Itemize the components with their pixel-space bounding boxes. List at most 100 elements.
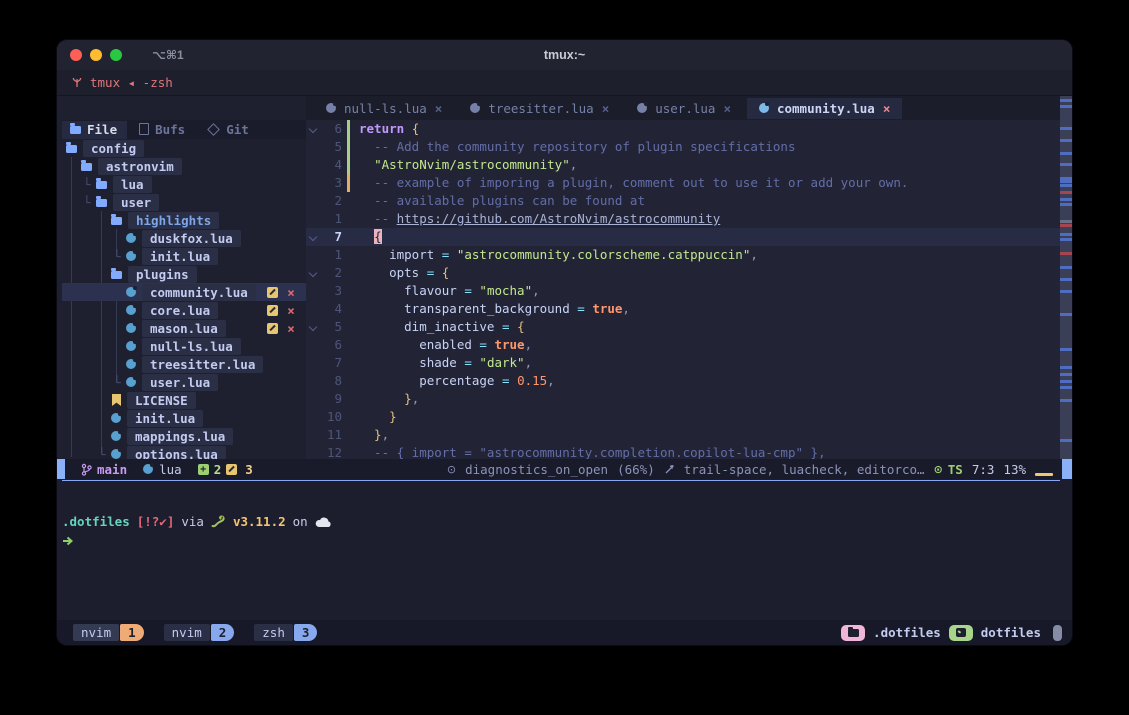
document-icon <box>139 123 149 135</box>
scrollbar-mark <box>1060 233 1072 236</box>
tree-item[interactable]: └user <box>62 193 306 211</box>
code-text: } <box>352 408 397 426</box>
code-line[interactable]: 2 -- available plugins can be found at <box>306 192 1060 210</box>
tree-item[interactable]: highlights <box>62 211 306 229</box>
code-line[interactable]: 1 -- https://github.com/AstroNvim/astroc… <box>306 210 1060 228</box>
filetype-segment: lua <box>143 462 182 477</box>
code-line[interactable]: 7 shade = "dark", <box>306 354 1060 372</box>
close-window-button[interactable] <box>70 49 82 61</box>
tree-item[interactable]: astronvim <box>62 157 306 175</box>
tree-item[interactable]: core.lua× <box>62 301 306 319</box>
tree-item-label: mason.lua <box>142 320 226 337</box>
tmux-window-list: nvim1 nvim2 zsh3 <box>67 624 317 641</box>
scroll-percentage: 13% <box>1003 462 1026 477</box>
zoom-window-button[interactable] <box>110 49 122 61</box>
scrollbar-mark <box>1060 177 1072 180</box>
treesitter-label: TS <box>948 462 963 477</box>
code-line[interactable]: 5 dim_inactive = { <box>306 318 1060 336</box>
fold-chevron-icon[interactable] <box>306 264 320 282</box>
tmux-window-nvim-1[interactable]: nvim1 <box>67 624 144 641</box>
tab-bufs[interactable]: Bufs <box>131 121 195 139</box>
tmux-window-nvim-2[interactable]: nvim2 <box>158 624 235 641</box>
unsaved-close-icon[interactable]: × <box>286 285 296 300</box>
line-number: 11 <box>320 426 347 444</box>
tmux-window-name: zsh <box>254 624 293 641</box>
code-line[interactable]: 5 -- Add the community repository of plu… <box>306 138 1060 156</box>
tree-item[interactable]: └init.lua <box>62 247 306 265</box>
tab-git[interactable]: Git <box>199 121 259 139</box>
code-line[interactable]: 10 } <box>306 408 1060 426</box>
tree-item[interactable]: config <box>62 139 306 157</box>
tree-item-label: treesitter.lua <box>142 356 263 373</box>
close-icon[interactable]: × <box>723 101 731 116</box>
code-line[interactable]: 7 { <box>306 228 1060 246</box>
code-text: percentage = 0.15, <box>352 372 555 390</box>
line-number: 12 <box>320 444 347 459</box>
fold-chevron-icon[interactable] <box>306 120 320 138</box>
unsaved-close-icon[interactable]: × <box>286 321 296 336</box>
lua-file-icon <box>111 431 121 441</box>
close-icon[interactable]: × <box>602 101 610 116</box>
git-sign <box>347 156 350 174</box>
buffer-tab[interactable]: community.lua× <box>747 98 902 119</box>
tree-item[interactable]: treesitter.lua <box>62 355 306 373</box>
tab-git-label: Git <box>226 122 249 137</box>
code-line[interactable]: 6 enabled = true, <box>306 336 1060 354</box>
tree-connector: └ <box>98 447 111 460</box>
buffer-tab[interactable]: treesitter.lua× <box>458 98 621 119</box>
buffer-tab[interactable]: null-ls.lua× <box>314 98 454 119</box>
code-line[interactable]: 3 flavour = "mocha", <box>306 282 1060 300</box>
line-number: 5 <box>320 138 347 156</box>
close-icon[interactable]: × <box>435 101 443 116</box>
buffer-tab[interactable]: user.lua× <box>625 98 743 119</box>
tab-file[interactable]: File <box>62 121 127 139</box>
code-line[interactable]: 3 -- example of imporing a plugin, comme… <box>306 174 1060 192</box>
tree-item[interactable]: └user.lua <box>62 373 306 391</box>
tree-item[interactable]: duskfox.lua <box>62 229 306 247</box>
shell-pane[interactable]: .dotfiles [!?✔] via v3.11.2 on <box>57 482 1072 620</box>
lua-file-icon <box>470 103 480 113</box>
code-line[interactable]: 11 }, <box>306 426 1060 444</box>
code-line[interactable]: 1 import = "astrocommunity.colorscheme.c… <box>306 246 1060 264</box>
tree-item[interactable]: plugins <box>62 265 306 283</box>
tree-item[interactable]: LICENSE <box>62 391 306 409</box>
terminal-tab-label[interactable]: tmux ◂ -zsh <box>90 75 173 90</box>
git-sign <box>347 138 350 156</box>
code-line[interactable]: 8 percentage = 0.15, <box>306 372 1060 390</box>
terminal-tab-bar[interactable]: tmux ◂ -zsh <box>57 70 1072 96</box>
tree-item[interactable]: └options.lua <box>62 445 306 459</box>
tmux-window-zsh-3[interactable]: zsh3 <box>248 624 317 641</box>
code-line[interactable]: 6return { <box>306 120 1060 138</box>
nvim-statusline: main lua + 2 3 ⊙ diagnostics_on_open (66… <box>57 459 1072 479</box>
tree-item[interactable]: mason.lua × <box>62 319 306 337</box>
tree-item[interactable]: community.lua× <box>62 283 306 301</box>
tree-item[interactable]: └lua <box>62 175 306 193</box>
tree-item[interactable]: null-ls.lua <box>62 337 306 355</box>
code-line[interactable]: 9 }, <box>306 390 1060 408</box>
code-area[interactable]: 6return {5 -- Add the community reposito… <box>306 120 1060 459</box>
git-modified-count: 3 <box>245 462 253 477</box>
statusline-right: ⊙ diagnostics_on_open (66%) trail-space,… <box>447 459 1072 479</box>
fold-chevron-icon[interactable] <box>306 318 320 336</box>
tree-item[interactable]: init.lua <box>62 409 306 427</box>
scrollbar-mark <box>1060 163 1072 166</box>
session-badge <box>949 625 973 641</box>
line-number: 7 <box>320 354 347 372</box>
titlebar[interactable]: ⌥⌘1 tmux:~ <box>57 40 1072 70</box>
statusline-accent-block-right <box>1062 459 1072 479</box>
scrollbar-mark <box>1060 127 1072 130</box>
code-line[interactable]: 4 "AstroNvim/astrocommunity", <box>306 156 1060 174</box>
scrollbar[interactable] <box>1060 96 1072 459</box>
unsaved-close-icon[interactable]: × <box>286 303 296 318</box>
terminal-icon <box>956 628 966 637</box>
tree-item[interactable]: mappings.lua <box>62 427 306 445</box>
minimize-window-button[interactable] <box>90 49 102 61</box>
code-line[interactable]: 12 -- { import = "astrocommunity.complet… <box>306 444 1060 459</box>
lua-file-icon <box>126 305 136 315</box>
code-line[interactable]: 4 transparent_background = true, <box>306 300 1060 318</box>
code-text: enabled = true, <box>352 336 532 354</box>
git-branch-name: main <box>97 462 127 477</box>
fold-chevron-icon[interactable] <box>306 228 320 246</box>
code-line[interactable]: 2 opts = { <box>306 264 1060 282</box>
close-icon[interactable]: × <box>883 101 891 116</box>
